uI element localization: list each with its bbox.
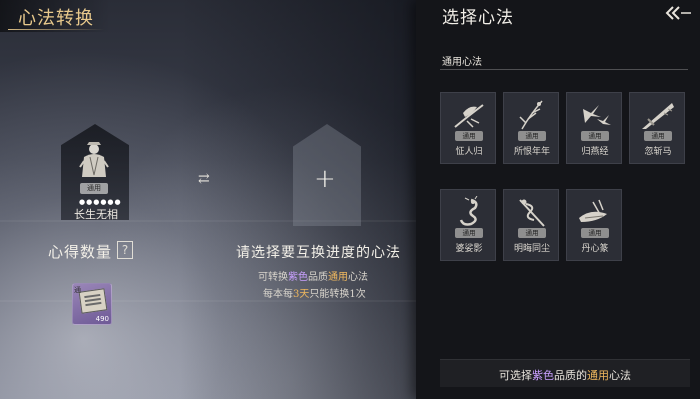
page-title: 心法转换	[18, 8, 94, 29]
plus-icon[interactable]: +	[314, 164, 336, 194]
card-5[interactable]: 通用 婆娑影	[440, 189, 496, 261]
swap-arrows-icon: ⇄	[198, 171, 210, 187]
title-underline	[8, 29, 104, 30]
level-dots: ●●●●●●	[79, 198, 122, 206]
item-tag: 通	[74, 286, 81, 294]
card-name: 丹心篆	[581, 244, 609, 254]
sage-figure-icon	[79, 142, 109, 177]
item-count: 490	[95, 315, 109, 323]
card-name: 所恨年年	[513, 147, 550, 157]
select-panel: 选择心法 通用心法 通用 怔人归 通用 所恨年年 通用 归燕经 通用 忽斩马 通…	[416, 0, 700, 399]
panel-title: 选择心法	[442, 8, 514, 28]
swallows-icon	[583, 105, 611, 125]
help-button[interactable]: ?	[117, 241, 133, 259]
card-name: 明晦同尘	[513, 244, 550, 254]
conversion-stage: 心法转换 通用 ●●●●●● 长生无相 ⇄ + 心得数量 ? 通 490 请选择…	[0, 0, 416, 399]
card-tag: 通用	[455, 228, 483, 238]
card-tag: 通用	[518, 131, 546, 141]
reed-branch-icon	[519, 100, 543, 130]
footer-hint: 可选择紫色品质的通用心法	[440, 359, 690, 387]
card-tag: 通用	[644, 131, 672, 141]
section-label: 通用心法	[442, 57, 482, 68]
card-4[interactable]: 通用 忽斩马	[629, 92, 685, 164]
select-prompt: 请选择要互换进度的心法	[236, 245, 401, 261]
card-name: 婆娑影	[455, 244, 483, 254]
card-6[interactable]: 通用 明晦同尘	[503, 189, 559, 261]
card-name: 怔人归	[455, 147, 483, 157]
source-tag: 通用	[80, 183, 108, 194]
card-name: 忽斩马	[644, 147, 672, 157]
card-1[interactable]: 通用 怔人归	[440, 92, 496, 164]
card-2[interactable]: 通用 所恨年年	[503, 92, 559, 164]
source-name: 长生无相	[74, 208, 118, 221]
double-chevron-left-icon[interactable]	[664, 5, 692, 21]
book-icon	[78, 288, 108, 314]
footer-text: 可选择紫色品质的通用心法	[499, 369, 631, 382]
card-tag: 通用	[455, 131, 483, 141]
insight-item[interactable]: 通 490	[72, 283, 112, 325]
limit-hint: 每本每3天只能转换1次	[263, 289, 366, 300]
blade-icon	[642, 103, 674, 129]
dragon-icon	[459, 196, 478, 226]
card-7[interactable]: 通用 丹心篆	[566, 189, 622, 261]
card-tag: 通用	[581, 131, 609, 141]
bird-branch-icon	[454, 104, 484, 128]
header-bar: 心法转换	[0, 0, 110, 32]
section-divider	[440, 69, 688, 70]
quality-hint: 可转换紫色品质通用心法	[258, 272, 368, 283]
quill-seal-icon	[579, 199, 607, 222]
card-tag: 通用	[581, 228, 609, 238]
card-3[interactable]: 通用 归燕经	[566, 92, 622, 164]
card-tag: 通用	[518, 228, 546, 238]
card-name: 归燕经	[581, 147, 609, 157]
serpent-sword-icon	[519, 199, 545, 227]
insight-count-label: 心得数量	[48, 243, 113, 261]
